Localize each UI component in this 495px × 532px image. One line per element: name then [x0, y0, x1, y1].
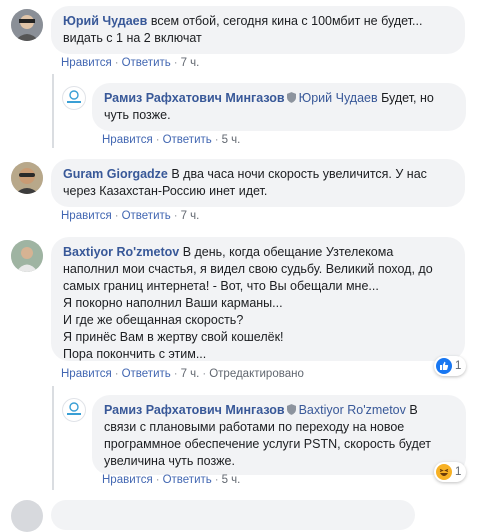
comment-time[interactable]: 7 ч.: [181, 368, 200, 380]
comment-time[interactable]: 7 ч.: [181, 210, 200, 222]
comment-actions-1: Нравится · Ответить · 7 ч.: [61, 57, 200, 69]
avatar-photo: [11, 9, 43, 41]
reply-actions-2: Нравится · Ответить · 5 ч.: [102, 474, 241, 486]
reply-author[interactable]: Рамиз Рафхатович Мингазов: [104, 403, 285, 417]
reaction-summary-3[interactable]: 1: [434, 356, 467, 376]
reply-bubble-2: Рамиз Рафхатович Мингазов Baxtiyor Ro'zme…: [92, 395, 466, 475]
comment-time[interactable]: 5 ч.: [222, 134, 241, 146]
comment-author[interactable]: Юрий Чудаев: [63, 14, 147, 28]
reply-mention[interactable]: Baxtiyor Ro'zmetov: [299, 403, 406, 417]
comment-actions-3: Нравится · Ответить · 7 ч. · Отредактировано: [61, 368, 304, 380]
avatar-photo: [11, 162, 43, 194]
reply-button[interactable]: Ответить: [163, 474, 212, 486]
reaction-count: 1: [455, 466, 462, 478]
comment-time[interactable]: 5 ч.: [222, 474, 241, 486]
avatar-photo: [11, 240, 43, 272]
like-reaction-icon: [436, 358, 452, 374]
avatar-baxtiyor[interactable]: [11, 240, 43, 272]
like-button[interactable]: Нравится: [61, 57, 112, 69]
uztelecom-logo-avatar: [67, 402, 81, 415]
reply-thread-line: [52, 74, 54, 148]
avatar-guram[interactable]: [11, 162, 43, 194]
haha-reaction-icon: [436, 464, 452, 480]
edited-label[interactable]: Отредактировано: [209, 368, 304, 380]
comment-time[interactable]: 7 ч.: [181, 57, 200, 69]
reply-bubble-1: Рамиз Рафхатович Мингазов Юрий Чудаев Буд…: [92, 83, 466, 131]
like-button[interactable]: Нравится: [102, 474, 153, 486]
avatar-next[interactable]: [11, 500, 43, 532]
comment-author[interactable]: Baxtiyor Ro'zmetov: [63, 245, 179, 259]
reaction-count: 1: [455, 360, 462, 372]
page-shield-icon: [286, 404, 296, 415]
reply-mention[interactable]: Юрий Чудаев: [299, 91, 378, 105]
reply-author[interactable]: Рамиз Рафхатович Мингазов: [104, 91, 285, 105]
avatar-uztelecom[interactable]: [62, 398, 86, 422]
reply-button[interactable]: Ответить: [122, 210, 171, 222]
like-button[interactable]: Нравится: [61, 210, 112, 222]
reply-thread-line: [52, 386, 54, 490]
reaction-summary-4[interactable]: 1: [434, 462, 467, 482]
reply-button[interactable]: Ответить: [122, 368, 171, 380]
comment-bubble-2: Guram Giorgadze В два часа ночи скорость…: [51, 159, 465, 207]
comment-bubble-next: [51, 500, 415, 530]
uztelecom-logo-avatar: [67, 90, 81, 103]
comment-bubble-3: Baxtiyor Ro'zmetov В день, когда обещани…: [51, 237, 465, 361]
comment-actions-2: Нравится · Ответить · 7 ч.: [61, 210, 200, 222]
reply-button[interactable]: Ответить: [122, 57, 171, 69]
like-button[interactable]: Нравится: [102, 134, 153, 146]
comment-author[interactable]: Guram Giorgadze: [63, 167, 168, 181]
avatar-uztelecom[interactable]: [62, 86, 86, 110]
comment-text: В день, когда обещание Узтелекома наполн…: [63, 245, 433, 361]
page-shield-icon: [286, 92, 296, 103]
like-button[interactable]: Нравится: [61, 368, 112, 380]
reply-button[interactable]: Ответить: [163, 134, 212, 146]
reply-actions-1: Нравится · Ответить · 5 ч.: [102, 134, 241, 146]
comment-bubble-1: Юрий Чудаев всем отбой, сегодня кина с 1…: [51, 6, 465, 54]
avatar-yuri[interactable]: [11, 9, 43, 41]
